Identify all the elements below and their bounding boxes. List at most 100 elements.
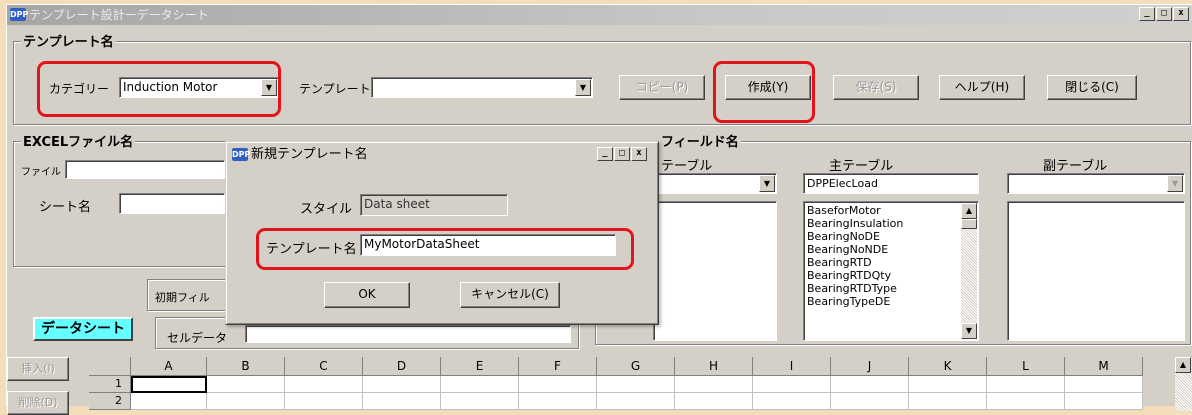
grid-cell[interactable] (753, 376, 831, 393)
main-window: DPP テンプレート設計ーデータシート _ □ x テンプレート名 カテゴリー … (6, 4, 1192, 415)
file-label: ファイル (21, 167, 61, 178)
grid-cell[interactable] (675, 393, 753, 410)
grid-cell[interactable] (753, 393, 831, 410)
maximize-icon: □ (619, 148, 625, 158)
cancel-button[interactable]: キャンセル(C) (460, 282, 560, 308)
main-table-value: DPPElecLoad (807, 177, 878, 190)
close-window-button[interactable]: x (1173, 7, 1189, 21)
arrow-down-icon: ▼ (965, 326, 973, 335)
field-list-item[interactable]: BearingTypeDE (804, 295, 978, 308)
table-dropdown-arrow[interactable]: ▼ (759, 175, 775, 192)
grid-cell[interactable] (675, 376, 753, 393)
cell-data-input[interactable] (245, 325, 571, 343)
field-list-item[interactable]: BearingNoDE (804, 230, 978, 243)
help-button[interactable]: ヘルプ(H) (939, 75, 1025, 100)
column-header[interactable]: I (753, 357, 831, 376)
grid-cell[interactable] (441, 376, 519, 393)
field-list-item[interactable]: BearingInsulation (804, 217, 978, 230)
datasheet-label: データシート (33, 317, 133, 341)
copy-button[interactable]: コピー(P) (619, 75, 705, 100)
grid-cell[interactable] (597, 376, 675, 393)
main-field-scrollbar[interactable]: ▲ ▼ (961, 203, 977, 339)
column-header[interactable]: M (1065, 357, 1143, 376)
row-header[interactable]: 2 (89, 393, 131, 410)
field-list-item[interactable]: BearingRTDQty (804, 269, 978, 282)
minimize-button[interactable]: _ (1139, 7, 1155, 21)
template-dropdown-arrow[interactable]: ▼ (575, 79, 591, 96)
column-header[interactable]: E (441, 357, 519, 376)
field-list-item[interactable]: BearingRTD (804, 256, 978, 269)
maximize-button[interactable]: □ (1156, 7, 1172, 21)
grid-cell[interactable] (285, 376, 363, 393)
column-header[interactable]: J (831, 357, 909, 376)
spreadsheet-grid[interactable]: ABCDEFGHIJKLM 12 (89, 357, 1179, 411)
grid-cell[interactable] (1065, 393, 1143, 410)
main-title-bar[interactable]: DPP テンプレート設計ーデータシート _ □ x (7, 5, 1192, 25)
chevron-down-icon: ▼ (763, 179, 771, 188)
column-header[interactable]: K (909, 357, 987, 376)
grid-cell[interactable] (131, 393, 207, 410)
save-button[interactable]: 保存(S) (833, 75, 919, 100)
table-listbox[interactable] (653, 201, 777, 341)
ok-button[interactable]: OK (324, 282, 410, 308)
scroll-down-button[interactable]: ▼ (961, 323, 977, 339)
dialog-title-bar[interactable]: DPP 新規テンプレート名 _ □ x (229, 145, 655, 165)
dialog-maximize-button[interactable]: □ (614, 147, 630, 161)
column-header[interactable]: A (131, 357, 207, 376)
grid-cell[interactable] (363, 376, 441, 393)
main-field-listbox[interactable]: BaseforMotor BearingInsulation BearingNoDE… (803, 201, 979, 341)
sub-table-dropdown-arrow[interactable]: ▼ (1167, 175, 1183, 192)
column-header[interactable]: C (285, 357, 363, 376)
grid-cell[interactable] (441, 393, 519, 410)
create-highlight (713, 61, 815, 123)
delete-button[interactable]: 削除(D) (7, 391, 69, 415)
grid-cell[interactable] (285, 393, 363, 410)
row-header[interactable]: 1 (89, 376, 131, 393)
table-select[interactable]: ▼ (653, 173, 777, 194)
grid-cell[interactable] (131, 376, 207, 393)
column-header[interactable]: G (597, 357, 675, 376)
grid-cell[interactable] (987, 376, 1065, 393)
main-table-input[interactable]: DPPElecLoad (803, 173, 979, 194)
column-header[interactable]: D (363, 357, 441, 376)
close-button[interactable]: 閉じる(C) (1047, 75, 1137, 100)
grid-cell[interactable] (909, 393, 987, 410)
field-list-item[interactable]: BearingNoNDE (804, 243, 978, 256)
column-header[interactable]: L (987, 357, 1065, 376)
column-header[interactable]: F (519, 357, 597, 376)
app-icon: DPP (10, 8, 29, 21)
grid-cell[interactable] (519, 393, 597, 410)
template-select[interactable]: ▼ (371, 77, 593, 98)
sub-table-label: 副テーブル (1043, 159, 1108, 174)
field-list-item[interactable]: BaseforMotor (804, 204, 978, 217)
grid-cell[interactable] (207, 376, 285, 393)
grid-cell[interactable] (207, 393, 285, 410)
grid-cell[interactable] (363, 393, 441, 410)
scroll-thumb[interactable] (961, 219, 977, 229)
grid-cell[interactable] (597, 393, 675, 410)
sub-table-select[interactable]: ▼ (1007, 173, 1185, 194)
field-list-item[interactable]: BearingRTDType (804, 282, 978, 295)
grid-cell[interactable] (831, 376, 909, 393)
scroll-up-button[interactable]: ▲ (961, 203, 977, 219)
grid-cell[interactable] (1065, 376, 1143, 393)
grid-cell[interactable] (519, 376, 597, 393)
style-label: スタイル (300, 202, 353, 217)
sub-table-listbox[interactable] (1007, 201, 1185, 341)
dialog-minimize-button[interactable]: _ (597, 147, 613, 161)
sheet-input[interactable] (119, 193, 225, 214)
grid-cell[interactable] (987, 393, 1065, 410)
grid-scroll-up-button[interactable]: ▲ (1175, 357, 1191, 373)
grid-cell[interactable] (831, 393, 909, 410)
grid-cell[interactable] (909, 376, 987, 393)
grid-scrollbar[interactable]: ▲ (1175, 357, 1192, 411)
file-input[interactable] (65, 160, 225, 179)
column-header[interactable]: H (675, 357, 753, 376)
sheet-label: シート名 (39, 200, 92, 215)
insert-button[interactable]: 挿入(I) (7, 357, 69, 381)
field-group-label: フィールド名 (659, 131, 741, 150)
category-highlight (37, 61, 281, 117)
column-header[interactable]: B (207, 357, 285, 376)
dialog-close-button[interactable]: x (631, 147, 647, 161)
close-icon: x (1178, 8, 1184, 18)
